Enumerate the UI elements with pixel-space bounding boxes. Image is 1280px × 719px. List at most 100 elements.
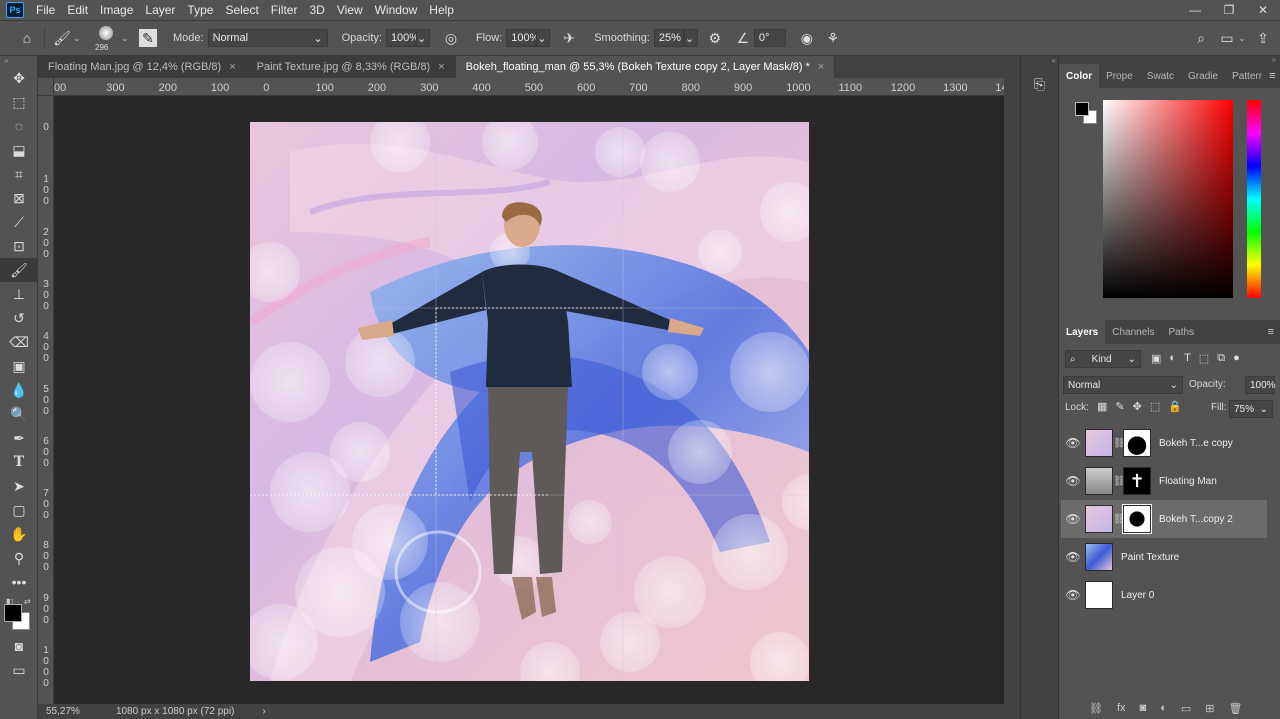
- smoothing-dropdown[interactable]: ⌄: [683, 29, 698, 47]
- hand-tool-icon[interactable]: ✋: [0, 522, 38, 546]
- tab-gradients[interactable]: Gradie: [1181, 64, 1225, 88]
- collapse-icon[interactable]: »: [0, 56, 37, 66]
- menu-select[interactable]: Select: [219, 3, 264, 17]
- zoom-level[interactable]: 55,27%: [46, 706, 108, 717]
- collapse-icon[interactable]: «: [1021, 56, 1058, 66]
- foreground-color-swatch[interactable]: [1075, 102, 1089, 116]
- menu-edit[interactable]: Edit: [61, 3, 94, 17]
- layer-row-selected[interactable]: 👁 ⛓ Bokeh T...copy 2: [1061, 500, 1267, 538]
- quick-mask-icon[interactable]: ◙: [0, 634, 38, 658]
- layer-row[interactable]: 👁 ⛓ Bokeh T...e copy: [1061, 424, 1267, 462]
- restore-button[interactable]: ❐: [1212, 0, 1246, 20]
- collapse-icon[interactable]: »: [1059, 56, 1280, 64]
- lock-all-icon[interactable]: 🔒: [1168, 400, 1182, 413]
- horizontal-ruler[interactable]: 00 300 200 100 0 100 200 300 400 500 600 700 800 900 1…: [54, 78, 1004, 96]
- menu-filter[interactable]: Filter: [265, 3, 304, 17]
- menu-view[interactable]: View: [331, 3, 369, 17]
- layer-mask-thumbnail[interactable]: ✝: [1123, 467, 1151, 495]
- crop-tool-icon[interactable]: ⌗: [0, 162, 38, 186]
- layer-style-icon[interactable]: fx: [1117, 702, 1126, 715]
- frame-tool-icon[interactable]: ⊠: [0, 186, 38, 210]
- chevron-down-icon[interactable]: ⌄: [73, 33, 85, 44]
- stamp-tool-icon[interactable]: ⊥: [0, 282, 38, 306]
- brush-settings-icon[interactable]: ✎: [139, 29, 157, 47]
- layer-row[interactable]: 👁 Paint Texture: [1061, 538, 1267, 576]
- pressure-size-icon[interactable]: ◉: [796, 27, 818, 49]
- menu-type[interactable]: Type: [181, 3, 219, 17]
- lock-pixels-icon[interactable]: ✎: [1115, 400, 1124, 413]
- move-tool-icon[interactable]: ✥: [0, 66, 38, 90]
- screen-mode-icon[interactable]: ▭: [0, 658, 38, 682]
- layer-filter-select[interactable]: ⌕ Kind ⌄: [1065, 350, 1141, 368]
- panel-menu-icon[interactable]: ≡: [1269, 70, 1280, 82]
- status-menu-arrow[interactable]: ›: [262, 706, 265, 717]
- path-select-tool-icon[interactable]: ➤: [0, 474, 38, 498]
- foreground-color-swatch[interactable]: [4, 604, 22, 622]
- tab-paths[interactable]: Paths: [1162, 320, 1202, 344]
- close-button[interactable]: ✕: [1246, 0, 1280, 20]
- color-field[interactable]: [1103, 100, 1233, 298]
- menu-window[interactable]: Window: [369, 3, 424, 17]
- gradient-tool-icon[interactable]: ▣: [0, 354, 38, 378]
- layer-opacity-field[interactable]: 100%: [1245, 376, 1276, 394]
- tab-paint-texture[interactable]: Paint Texture.jpg @ 8,33% (RGB/8) ×: [246, 56, 456, 78]
- menu-file[interactable]: File: [30, 3, 61, 17]
- menu-3d[interactable]: 3D: [303, 3, 330, 17]
- marquee-tool-icon[interactable]: ⬚: [0, 90, 38, 114]
- angle-field[interactable]: 0°: [753, 29, 786, 47]
- vertical-ruler[interactable]: 0 1 0 0 2 0 0 3 0 0 4 0 0 5 0 0 6 0 0 7 0 0 8 0 …: [38, 96, 54, 704]
- smoothing-field[interactable]: 25%: [653, 29, 684, 47]
- pressure-opacity-icon[interactable]: ◎: [440, 27, 462, 49]
- gear-icon[interactable]: ⚙: [704, 27, 726, 49]
- visibility-eye-icon[interactable]: 👁: [1061, 550, 1085, 564]
- vertical-scrollbar[interactable]: [1004, 78, 1020, 704]
- menu-layer[interactable]: Layer: [139, 3, 181, 17]
- close-icon[interactable]: ×: [438, 61, 444, 73]
- search-icon[interactable]: ⌕: [1190, 27, 1212, 49]
- brush-preset-icon[interactable]: 🖌: [51, 27, 73, 49]
- mask-link-icon[interactable]: ⛓: [1113, 514, 1126, 525]
- lasso-tool-icon[interactable]: ◌: [0, 114, 38, 138]
- add-mask-icon[interactable]: ◙: [1140, 702, 1147, 715]
- chevron-down-icon[interactable]: ⌄: [1238, 33, 1248, 44]
- smart-object-filter-icon[interactable]: ⧉: [1217, 352, 1225, 365]
- flow-field[interactable]: 100%: [506, 29, 539, 47]
- chevron-down-icon[interactable]: ⌄: [121, 33, 133, 44]
- history-brush-tool-icon[interactable]: ↺: [0, 306, 38, 330]
- shape-tool-icon[interactable]: ▢: [0, 498, 38, 522]
- tab-color[interactable]: Color: [1059, 64, 1100, 88]
- share-icon[interactable]: ⇪: [1252, 27, 1274, 49]
- quick-select-tool-icon[interactable]: ⬓: [0, 138, 38, 162]
- close-icon[interactable]: ×: [818, 61, 824, 73]
- tab-properties[interactable]: Prope: [1099, 64, 1140, 88]
- ruler-corner[interactable]: [38, 78, 54, 96]
- visibility-eye-icon[interactable]: 👁: [1061, 474, 1085, 488]
- image-filter-icon[interactable]: ▣: [1151, 352, 1161, 365]
- brush-tool-icon[interactable]: 🖌: [0, 258, 38, 282]
- more-tools-icon[interactable]: •••: [0, 570, 38, 594]
- dodge-tool-icon[interactable]: 🔍: [0, 402, 38, 426]
- home-icon[interactable]: ⌂: [16, 27, 38, 49]
- menu-help[interactable]: Help: [423, 3, 460, 17]
- symmetry-icon[interactable]: ⚘: [822, 27, 844, 49]
- type-filter-icon[interactable]: T: [1184, 352, 1191, 365]
- adjustment-filter-icon[interactable]: ◐: [1169, 352, 1176, 365]
- layer-mask-thumbnail[interactable]: [1122, 504, 1152, 534]
- adjustment-layer-icon[interactable]: ◐: [1160, 702, 1167, 715]
- pen-tool-icon[interactable]: ✒: [0, 426, 38, 450]
- layer-row[interactable]: 👁 Layer 0: [1061, 576, 1267, 614]
- blend-mode-select[interactable]: Normal ⌄: [1063, 376, 1183, 394]
- delete-layer-icon[interactable]: 🗑: [1228, 702, 1242, 715]
- zoom-tool-icon[interactable]: ⚲: [0, 546, 38, 570]
- close-icon[interactable]: ×: [229, 61, 235, 73]
- tab-patterns[interactable]: Patterr: [1225, 64, 1269, 88]
- canvas-area[interactable]: [54, 96, 1004, 704]
- lock-artboard-icon[interactable]: ⬚: [1150, 400, 1160, 413]
- lock-transparency-icon[interactable]: ▦: [1097, 400, 1107, 413]
- healing-tool-icon[interactable]: ⊡: [0, 234, 38, 258]
- tab-swatches[interactable]: Swatc: [1140, 64, 1181, 88]
- filter-toggle-icon[interactable]: ●: [1233, 352, 1240, 365]
- eraser-tool-icon[interactable]: ⌫: [0, 330, 38, 354]
- flow-dropdown[interactable]: ⌄: [536, 29, 551, 47]
- brush-size-picker[interactable]: 296: [91, 23, 121, 53]
